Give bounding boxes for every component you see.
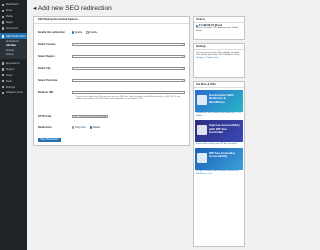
- promo-banner-text: Improve Accessibility with WP Ava Contro…: [209, 123, 240, 134]
- chevron-down-icon: ▾: [181, 44, 183, 47]
- accessibility-icon: [197, 125, 207, 135]
- promo-card: Get More & Offer Geolocation SEO Redirec…: [193, 81, 245, 247]
- menu-label: Settings: [5, 85, 16, 89]
- only-once-label: Only once: [74, 126, 86, 129]
- http-code-row: HTTP Code 302 - Found (Moved temporarily…: [38, 114, 185, 119]
- user-icon: [2, 74, 5, 77]
- menu-label: Users: [5, 73, 13, 77]
- comment-icon: [2, 27, 5, 30]
- country-select[interactable]: ▾: [72, 42, 185, 47]
- always-radio[interactable]: [89, 126, 92, 129]
- promo-link[interactable]: Improve Accessibility with WP Ava Contro…: [194, 142, 244, 146]
- promo-link[interactable]: WP Ava Controller (Accessibility Control…: [194, 170, 244, 177]
- promo-banner-accessibility[interactable]: Improve Accessibility with WP Ava Contro…: [195, 120, 243, 142]
- menu-label: Dashboard: [5, 3, 19, 7]
- settings-card-link[interactable]: Settings » Update links: [196, 57, 242, 60]
- city-label: Select City: [38, 67, 51, 70]
- redirect-url-row: Redirect URL: [38, 90, 185, 95]
- chevron-down-icon: ▾: [104, 116, 106, 119]
- menu-label: Posts: [5, 9, 13, 13]
- enable-label: Enable this redirection: [38, 31, 65, 34]
- http-code-label: HTTP Code: [38, 115, 52, 118]
- promo-banner-text: Geolocation SEO Redirects & WordPress: [209, 92, 234, 104]
- postcode-label: Select Postcode: [38, 79, 58, 82]
- country-row: Select Country ▾: [38, 42, 185, 47]
- region-label: Select Region: [38, 55, 55, 58]
- country-label: Select Country: [38, 43, 56, 46]
- chevron-down-icon: ▾: [181, 80, 183, 83]
- form-card-title: SEO Redirection Global Options: [34, 17, 189, 24]
- map-pin-icon: [197, 94, 207, 105]
- http-code-value: 302 - Found (Moved temporarily): [74, 115, 106, 118]
- menu-label: Comments: [5, 27, 19, 30]
- pin-icon: [2, 9, 5, 13]
- promo-link[interactable]: Geolocation SEO Redirects for WordPress …: [194, 112, 244, 119]
- region-row: Select Region ▾: [38, 54, 185, 59]
- postcode-row: Select Postcode ▾: [38, 78, 185, 83]
- settings-icon: [2, 85, 5, 89]
- location-icon: [2, 35, 5, 38]
- http-code-select[interactable]: 302 - Found (Moved temporarily) ▾: [72, 114, 108, 119]
- enable-radio-label: Enable: [74, 31, 83, 34]
- redirect-url-label: Redirect URL: [38, 91, 54, 94]
- redirect-url-input[interactable]: [72, 90, 185, 95]
- page-title: ◂ Add new SEO redirection: [33, 5, 112, 12]
- menu-label: Appearance: [5, 61, 20, 65]
- submenu-addons[interactable]: Addons: [0, 53, 27, 58]
- menu-collapse[interactable]: Collapse menu: [0, 90, 27, 96]
- save-redirection-button[interactable]: Save Redirection: [38, 138, 61, 143]
- enable-radio[interactable]: [72, 31, 75, 34]
- menu-label: Tools: [5, 79, 12, 83]
- redirection-form-card: SEO Redirection Global Options Enable th…: [33, 16, 190, 146]
- menu-label: Pages: [5, 21, 14, 25]
- menu-label: Collapse menu: [5, 91, 23, 95]
- page-title-text: Add new SEO redirection: [37, 5, 112, 12]
- menu-label: Plugins: [5, 67, 15, 71]
- city-row: Select City ▾: [38, 66, 185, 71]
- always-label: Always: [92, 126, 101, 129]
- collapse-icon: [2, 91, 5, 95]
- dashboard-icon: [2, 3, 5, 7]
- tool-icon: [2, 79, 5, 83]
- enable-row: Enable this redirection Enable Disable: [38, 30, 185, 35]
- redirection-mode-row: Redirection Only once Always: [38, 125, 185, 130]
- disable-radio[interactable]: [86, 31, 89, 34]
- accessibility-icon: [197, 152, 207, 163]
- brush-icon: [2, 62, 5, 65]
- promo-banner-ava[interactable]: WP Ava Controller Accessibility: [195, 147, 243, 170]
- menu-label: GEO Redirection: [5, 34, 26, 38]
- promo-banner-text: WP Ava Controller Accessibility: [209, 150, 236, 159]
- redirection-mode-label: Redirection: [38, 126, 52, 129]
- menu-label: Media: [5, 15, 13, 19]
- settings-info-card: Settings You now have set the CIF availa…: [193, 43, 245, 78]
- plugin-icon: [2, 68, 5, 71]
- page-icon: [2, 21, 5, 24]
- visitor-ip-detail: Internet Provider: ISP, Amazon.com, Unit…: [196, 27, 239, 33]
- geo-submenu: All Redirects Add New Settings Addons: [0, 39, 27, 59]
- admin-sidebar: Dashboard Posts Media Pages Comments GEO…: [0, 0, 27, 250]
- back-arrow-icon[interactable]: ◂: [33, 5, 36, 12]
- visitor-card: Visitors 44.198.96.76 (Peru) Internet Pr…: [193, 16, 245, 40]
- city-select[interactable]: ▾: [72, 66, 185, 71]
- region-select[interactable]: ▾: [72, 54, 185, 59]
- chevron-down-icon: ▾: [181, 56, 183, 59]
- disable-radio-label: Disable: [89, 31, 98, 34]
- promo-banner-geo[interactable]: Geolocation SEO Redirects & WordPress: [195, 89, 243, 112]
- promo-card-title: Get More & Offer: [194, 82, 244, 88]
- media-icon: [2, 15, 5, 18]
- redirect-url-help: If you want to open the 404 page, you ca…: [76, 95, 181, 101]
- chevron-down-icon: ▾: [181, 68, 183, 71]
- postcode-select[interactable]: ▾: [72, 78, 185, 83]
- only-once-radio[interactable]: [72, 126, 75, 129]
